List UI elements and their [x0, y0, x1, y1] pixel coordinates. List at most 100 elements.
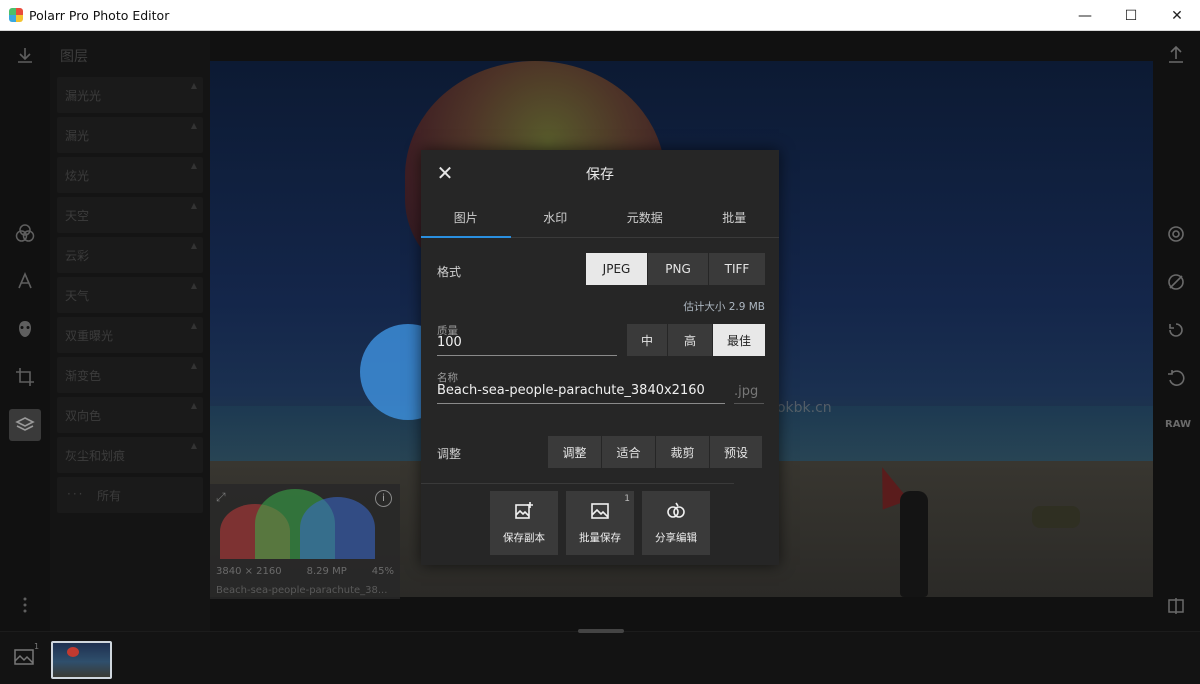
format-png-button[interactable]: PNG	[648, 253, 708, 285]
histogram-stats: 3840 × 2160 8.29 MP 45%	[216, 566, 394, 577]
more-dots-icon: ···	[67, 487, 85, 501]
layer-label: 漏光	[65, 129, 90, 143]
tab-watermark[interactable]: 水印	[511, 200, 601, 237]
quality-input[interactable]: 100	[437, 335, 462, 350]
undo-icon[interactable]	[1164, 366, 1188, 390]
filename-input[interactable]: Beach-sea-people-parachute_3840x2160	[437, 383, 705, 398]
layer-item[interactable]: 天空 ▲	[57, 197, 203, 233]
color-circles-icon[interactable]	[13, 221, 37, 245]
expand-icon[interactable]: ⤢	[216, 490, 226, 505]
minimize-button[interactable]: —	[1062, 0, 1108, 31]
tab-metadata[interactable]: 元数据	[600, 200, 690, 237]
gallery-icon[interactable]	[14, 648, 34, 670]
layer-label: 漏光光	[65, 89, 102, 103]
compare-circle-icon[interactable]	[1164, 222, 1188, 246]
layer-item[interactable]: 漏光 ▲	[57, 117, 203, 153]
close-window-button[interactable]: ✕	[1154, 0, 1200, 31]
chevron-icon: ▲	[190, 201, 197, 210]
layers-icon[interactable]	[9, 409, 41, 441]
estimated-size: 估计大小 2.9 MB	[683, 301, 765, 313]
chevron-icon: ▲	[190, 81, 197, 90]
text-icon[interactable]	[13, 269, 37, 293]
share-edit-icon	[666, 501, 686, 524]
disable-effects-icon[interactable]	[1164, 270, 1188, 294]
layer-item-all[interactable]: ··· 所有	[57, 477, 203, 513]
image-plus-icon	[514, 501, 534, 524]
split-view-icon[interactable]	[1164, 594, 1188, 618]
adjust-button[interactable]: 调整	[548, 436, 601, 468]
crop-button[interactable]: 裁剪	[656, 436, 709, 468]
tab-image[interactable]: 图片	[421, 200, 511, 238]
layer-item[interactable]: 灰尘和划痕 ▲	[57, 437, 203, 473]
chevron-icon: ▲	[190, 241, 197, 250]
format-label: 格式	[437, 265, 462, 279]
adjust-label: 调整	[437, 447, 462, 461]
batch-save-label: 批量保存	[579, 532, 621, 544]
maximize-button[interactable]: ☐	[1108, 0, 1154, 31]
histogram-graph	[210, 484, 400, 559]
more-vertical-icon[interactable]	[13, 593, 37, 617]
window-controls: — ☐ ✕	[1062, 0, 1200, 31]
layer-item[interactable]: 双向色 ▲	[57, 397, 203, 433]
layer-label: 双向色	[65, 409, 102, 423]
file-extension: .jpg	[734, 384, 759, 399]
chevron-icon: ▲	[190, 441, 197, 450]
layer-label: 渐变色	[65, 369, 102, 383]
info-icon[interactable]: i	[375, 490, 392, 507]
quality-medium-button[interactable]: 中	[627, 324, 667, 356]
tab-batch[interactable]: 批量	[690, 200, 780, 237]
layer-label: 云彩	[65, 249, 90, 263]
layer-item[interactable]: 云彩 ▲	[57, 237, 203, 273]
person-silhouette	[900, 491, 928, 597]
layer-item[interactable]: 双重曝光 ▲	[57, 317, 203, 353]
chevron-icon: ▲	[190, 161, 197, 170]
preset-button[interactable]: 预设	[710, 436, 762, 468]
fit-button[interactable]: 适合	[602, 436, 655, 468]
share-edit-button[interactable]: 分享编辑	[642, 491, 710, 555]
quality-underline	[437, 355, 617, 356]
import-download-icon[interactable]	[13, 43, 37, 67]
face-mask-icon[interactable]	[13, 317, 37, 341]
thumbnail-parachute	[67, 647, 79, 657]
save-copy-button[interactable]: 保存副本	[490, 491, 558, 555]
filmstrip-handle[interactable]	[578, 629, 624, 633]
jetski-shape	[1032, 506, 1080, 528]
save-copy-label: 保存副本	[503, 532, 545, 544]
share-edit-label: 分享编辑	[655, 532, 697, 544]
quality-high-button[interactable]: 高	[668, 324, 712, 356]
layer-item[interactable]: 炫光 ▲	[57, 157, 203, 193]
layer-item[interactable]: 漏光光 ▲	[57, 77, 203, 113]
layer-item[interactable]: 渐变色 ▲	[57, 357, 203, 393]
layer-item[interactable]: 天气 ▲	[57, 277, 203, 313]
extension-underline	[734, 403, 764, 404]
right-toolbar: RAW	[1153, 31, 1200, 631]
chevron-icon: ▲	[190, 121, 197, 130]
polarr-logo-icon	[9, 8, 23, 22]
layers-panel: 图层 漏光光 ▲ 漏光 ▲ 炫光 ▲ 天空 ▲ 云彩 ▲ 天气 ▲ 双重曝光 ▲ 渐变色 ▲ 双…	[50, 31, 210, 631]
quality-best-button[interactable]: 最佳	[713, 324, 765, 356]
image-icon	[590, 501, 610, 524]
chevron-icon: ▲	[190, 281, 197, 290]
layer-label: 天气	[65, 289, 90, 303]
dialog-divider	[421, 483, 734, 484]
chevron-icon: ▲	[190, 321, 197, 330]
crop-icon[interactable]	[13, 365, 37, 389]
format-jpeg-button[interactable]: JPEG	[586, 253, 647, 285]
batch-save-button[interactable]: 1 批量保存	[566, 491, 634, 555]
format-tiff-button[interactable]: TIFF	[709, 253, 765, 285]
dialog-title: 保存	[586, 167, 614, 183]
save-dialog: ✕ 保存 图片 水印 元数据 批量 格式 JPEG PNG TIFF 估计大小 …	[421, 150, 779, 565]
chevron-icon: ▲	[190, 401, 197, 410]
export-upload-icon[interactable]	[1164, 43, 1188, 67]
image-resolution: 3840 × 2160	[216, 566, 282, 577]
layer-label: 双重曝光	[65, 329, 114, 343]
window-title: Polarr Pro Photo Editor	[29, 7, 170, 23]
chevron-icon: ▲	[190, 361, 197, 370]
raw-label[interactable]: RAW	[1165, 419, 1191, 430]
title-bar: Polarr Pro Photo Editor — ☐ ✕	[0, 0, 1200, 31]
filename-underline	[437, 403, 725, 404]
layers-header: 图层	[60, 49, 88, 65]
photo-thumbnail[interactable]	[51, 641, 112, 679]
history-icon[interactable]	[1164, 318, 1188, 342]
left-toolbar	[0, 31, 50, 631]
